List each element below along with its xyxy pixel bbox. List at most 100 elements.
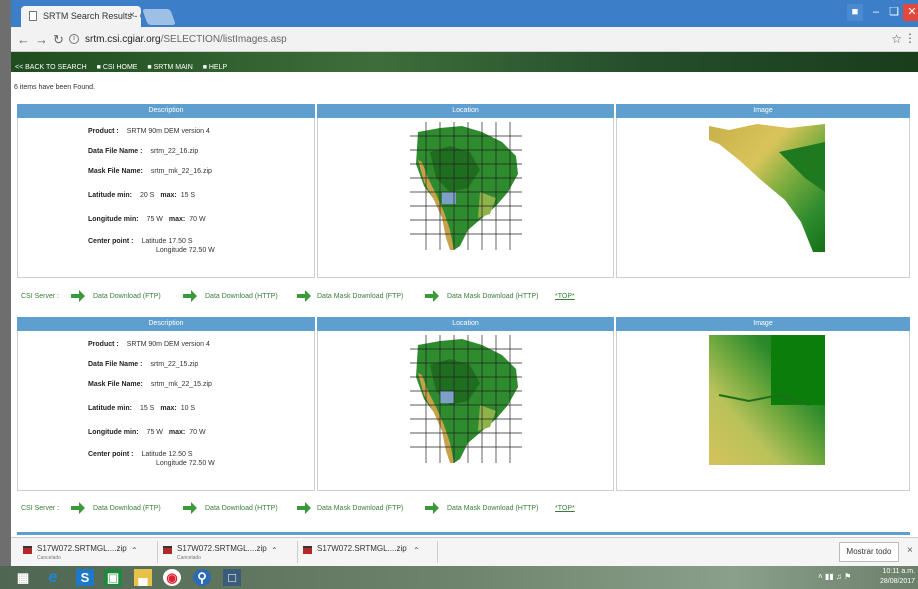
skype-icon[interactable]: S bbox=[76, 569, 94, 586]
close-icon[interactable]: ✕ bbox=[903, 4, 918, 21]
show-all-button[interactable]: Mostrar todo bbox=[839, 542, 899, 562]
data-file-row: Data File Name : srtm_22_15.zip bbox=[88, 361, 198, 368]
header-location: Location bbox=[317, 104, 614, 118]
product-value: SRTM 90m DEM version 4 bbox=[126, 341, 210, 348]
forward-arrow-icon[interactable]: → bbox=[35, 32, 48, 47]
mask-file-label: Mask File Name: bbox=[88, 381, 143, 388]
data-mask-download-http-link[interactable]: Data Mask Download (HTTP) bbox=[447, 505, 538, 512]
csi-home-link[interactable]: ■ CSI HOME bbox=[97, 64, 138, 71]
address-bar[interactable]: srtm.csi.cgiar.org/SELECTION/listImages.… bbox=[85, 34, 287, 45]
center-row: Center point : Latitude 17.50 S bbox=[88, 238, 193, 245]
csi-server-label: CSI Server : bbox=[21, 505, 60, 512]
product-label: Product : bbox=[88, 341, 119, 348]
top-link[interactable]: *TOP* bbox=[555, 293, 575, 300]
data-download-http-link[interactable]: Data Download (HTTP) bbox=[205, 505, 278, 512]
browser-tab[interactable]: SRTM Search Results - C × bbox=[21, 6, 141, 27]
desktop-edge bbox=[0, 0, 11, 589]
download-filename: S17W072.SRTMGL....zip bbox=[317, 544, 407, 553]
chevron-up-icon[interactable]: ⌃ bbox=[413, 546, 420, 555]
data-download-ftp-link[interactable]: Data Download (FTP) bbox=[93, 293, 161, 300]
data-download-http-link[interactable]: Data Download (HTTP) bbox=[205, 293, 278, 300]
page-icon bbox=[29, 11, 37, 21]
store-icon[interactable]: ▣ bbox=[104, 569, 122, 586]
new-tab-button[interactable] bbox=[142, 9, 176, 25]
close-download-bar-icon[interactable]: × bbox=[907, 545, 913, 556]
site-banner: << BACK TO SEARCH ■ CSI HOME ■ SRTM MAIN… bbox=[11, 52, 918, 72]
help-link[interactable]: ■ HELP bbox=[203, 64, 227, 71]
back-arrow-icon[interactable]: ← bbox=[17, 32, 30, 47]
description-cell: Product : SRTM 90m DEM version 4 Data Fil… bbox=[17, 331, 315, 491]
lat-min-label: Latitude min: bbox=[88, 405, 132, 412]
lat-max-label: max: bbox=[160, 405, 177, 412]
product-label: Product : bbox=[88, 128, 119, 135]
header-image: Image bbox=[616, 104, 910, 118]
divider bbox=[437, 541, 438, 563]
header-location: Location bbox=[317, 317, 614, 331]
lat-min-value: 15 S bbox=[139, 405, 155, 412]
download-icon bbox=[425, 290, 439, 302]
search-app-icon[interactable]: ⚲ bbox=[193, 569, 211, 586]
clock[interactable]: 10:11 a.m. 28/08/2017 bbox=[880, 567, 915, 587]
minimize-icon[interactable]: – bbox=[867, 4, 885, 21]
lon-min-label: Longitude min: bbox=[88, 216, 139, 223]
info-icon[interactable]: i bbox=[69, 34, 79, 44]
back-to-search-link[interactable]: << BACK TO SEARCH bbox=[15, 64, 87, 71]
location-map bbox=[410, 122, 522, 250]
dem-preview-image bbox=[709, 335, 825, 465]
reload-icon[interactable]: ↻ bbox=[53, 32, 64, 48]
latitude-row: Latitude min: 15 S max: 10 S bbox=[88, 405, 195, 412]
data-mask-download-ftp-link[interactable]: Data Mask Download (FTP) bbox=[317, 505, 403, 512]
results-count: 6 items have been Found. bbox=[14, 84, 95, 91]
download-icon bbox=[297, 290, 311, 302]
user-icon[interactable]: ■ bbox=[847, 4, 863, 21]
system-tray[interactable]: ˄ ▮▮ ♫ ⚑ bbox=[818, 572, 851, 581]
clock-time: 10:11 a.m. bbox=[882, 568, 916, 575]
lat-min-value: 20 S bbox=[139, 192, 155, 199]
description-cell: Product : SRTM 90m DEM version 4 Data Fil… bbox=[17, 118, 315, 278]
download-item[interactable]: S17W072.SRTMGL....zip Cancelado ⌃ bbox=[163, 543, 291, 563]
center-lon-value: Longitude 72.50 W bbox=[156, 247, 215, 254]
download-row: CSI Server : Data Download (FTP) Data Do… bbox=[19, 502, 912, 516]
mask-file-row: Mask File Name: srtm_mk_22_16.zip bbox=[88, 168, 212, 175]
image-cell bbox=[616, 331, 910, 491]
folder-icon[interactable]: ▄ bbox=[134, 569, 152, 586]
download-icon bbox=[71, 502, 85, 514]
top-link[interactable]: *TOP* bbox=[555, 505, 575, 512]
chevron-up-icon[interactable]: ⌃ bbox=[271, 546, 278, 555]
srtm-main-link[interactable]: ■ SRTM MAIN bbox=[147, 64, 192, 71]
center-lat-value: Latitude 12.50 S bbox=[141, 451, 193, 458]
browser-window: SRTM Search Results - C × ■ – ❏ ✕ ← → ↻ … bbox=[11, 0, 918, 566]
download-icon bbox=[425, 502, 439, 514]
product-row: Product : SRTM 90m DEM version 4 bbox=[88, 128, 210, 135]
window-app-icon[interactable]: □ bbox=[223, 569, 241, 586]
chrome-icon[interactable]: ◉ bbox=[163, 569, 181, 586]
data-file-value: srtm_22_15.zip bbox=[150, 361, 199, 368]
bookmark-star-icon[interactable]: ☆ bbox=[891, 32, 902, 46]
maximize-icon[interactable]: ❏ bbox=[885, 4, 903, 21]
center-label: Center point : bbox=[88, 451, 134, 458]
location-map bbox=[410, 335, 522, 463]
data-mask-download-ftp-link[interactable]: Data Mask Download (FTP) bbox=[317, 293, 403, 300]
menu-icon[interactable]: ⋮ bbox=[904, 31, 916, 45]
data-mask-download-http-link[interactable]: Data Mask Download (HTTP) bbox=[447, 293, 538, 300]
windows-start-icon[interactable]: ▦ bbox=[14, 569, 32, 586]
download-status: Cancelado bbox=[177, 555, 201, 561]
internet-explorer-icon[interactable]: e bbox=[44, 569, 62, 586]
header-description: Description bbox=[17, 317, 315, 331]
chevron-up-icon[interactable]: ⌃ bbox=[131, 546, 138, 555]
lat-max-value: 15 S bbox=[180, 192, 196, 199]
download-filename: S17W072.SRTMGL....zip bbox=[177, 544, 267, 553]
data-download-ftp-link[interactable]: Data Download (FTP) bbox=[93, 505, 161, 512]
center-row: Center point : Latitude 12.50 S bbox=[88, 451, 193, 458]
zip-file-icon bbox=[163, 546, 172, 554]
lon-min-label: Longitude min: bbox=[88, 429, 139, 436]
web-page: << BACK TO SEARCH ■ CSI HOME ■ SRTM MAIN… bbox=[11, 52, 918, 537]
divider bbox=[157, 541, 158, 563]
latitude-row: Latitude min: 20 S max: 15 S bbox=[88, 192, 195, 199]
product-value: SRTM 90m DEM version 4 bbox=[126, 128, 210, 135]
download-item[interactable]: S17W072.SRTMGL....zip Cancelado ⌃ bbox=[23, 543, 151, 563]
clock-date: 28/08/2017 bbox=[880, 578, 916, 585]
download-item[interactable]: S17W072.SRTMGL....zip ⌃ bbox=[303, 543, 433, 563]
mask-file-value: srtm_mk_22_15.zip bbox=[150, 381, 212, 388]
tab-close-icon[interactable]: × bbox=[129, 10, 135, 21]
